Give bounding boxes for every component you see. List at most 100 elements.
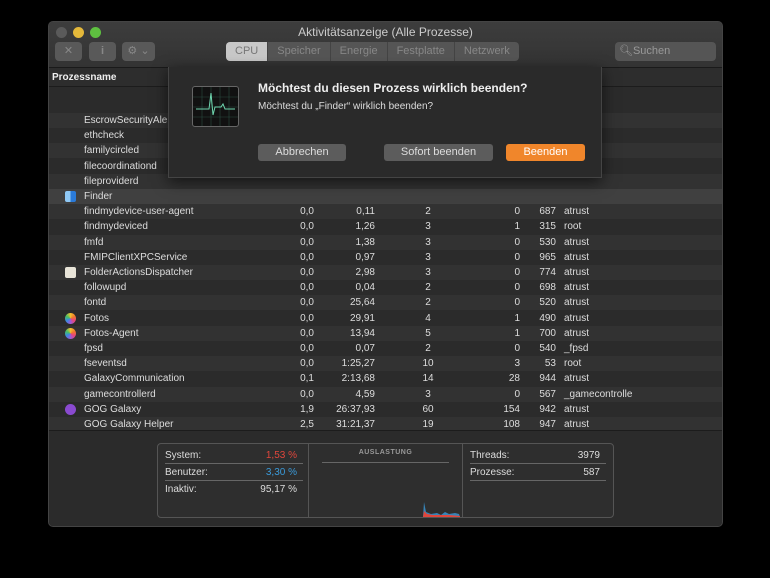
table-row[interactable]: Fotos-Agent 0,0 13,94 5 1 700 atrust [49, 325, 722, 341]
process-name: gamecontrollerd [84, 388, 156, 400]
process-name: EscrowSecurityAlert [84, 115, 174, 126]
cell-idle: 108 [503, 419, 520, 430]
stop-icon: ✕ [63, 45, 74, 57]
process-name: GOG Galaxy Helper [84, 419, 174, 430]
cell-time: 1:25,27 [341, 358, 375, 370]
system-value: 1,53 % [265, 450, 297, 461]
cell-idle: 154 [503, 403, 520, 415]
tab-cpu[interactable]: CPU [226, 42, 269, 61]
cell-threads: 19 [422, 419, 434, 430]
idle-label: Inaktiv: [165, 484, 197, 495]
tab-energie[interactable]: Energie [331, 42, 388, 61]
idle-stat: Inaktiv: 95,17 % [165, 482, 303, 498]
table-row[interactable]: fseventsd 0,0 1:25,27 10 3 53 root [49, 356, 722, 372]
action-menu-button[interactable]: ⚙ ⌄ [122, 42, 155, 61]
cell-time: 4,59 [355, 388, 375, 400]
cell-pid: 942 [539, 403, 556, 415]
process-name: Fotos [84, 312, 110, 324]
cell-pid: 944 [539, 373, 556, 385]
cell-idle: 0 [514, 343, 520, 354]
threads-label: Threads: [470, 450, 510, 461]
table-row[interactable]: GOG Galaxy Helper 2,5 31:21,37 19 108 947 atru… [49, 417, 722, 430]
process-name: FolderActionsDispatcher [84, 267, 193, 278]
cell-user: atrust [564, 236, 590, 248]
info-button[interactable]: i [89, 42, 116, 61]
cell-pid: 520 [539, 297, 556, 309]
cell-time: 2,98 [355, 267, 375, 278]
cell-time: 13,94 [349, 327, 375, 339]
user-stat: Benutzer: 3,30 % [165, 465, 303, 481]
cell-cpu: 0,0 [300, 297, 314, 309]
cell-idle: 3 [514, 358, 520, 370]
table-row[interactable]: FMIPClientXPCService 0,0 0,97 3 0 965 atrust [49, 250, 722, 265]
cell-idle: 0 [514, 251, 520, 263]
table-row[interactable]: findmydevice-user-agent 0,0 0,11 2 0 687 atrus… [49, 204, 722, 220]
cell-threads: 2 [425, 297, 431, 309]
cell-pid: 687 [539, 206, 556, 218]
force-quit-button[interactable]: Sofort beenden [384, 144, 493, 161]
cell-cpu: 0,0 [300, 312, 314, 324]
process-name: GOG Galaxy [84, 403, 142, 415]
cell-user: atrust [564, 282, 590, 294]
table-row[interactable]: followupd 0,0 0,04 2 0 698 atrust [49, 280, 722, 295]
search-input[interactable]: 🔍︎Suchen [615, 42, 716, 61]
tab-speicher[interactable]: Speicher [268, 42, 331, 61]
cell-threads: 14 [422, 373, 434, 385]
user-label: Benutzer: [165, 467, 208, 478]
process-name: familycircled [84, 145, 140, 157]
photos-icon [65, 312, 76, 324]
process-name: Fotos-Agent [84, 327, 139, 339]
table-row[interactable]: GOG Galaxy 1,9 26:37,93 60 154 942 atrust [49, 402, 722, 417]
cell-user: atrust [564, 267, 590, 278]
quit-button[interactable]: Beenden [506, 144, 585, 161]
cell-pid: 774 [539, 267, 556, 278]
cell-cpu: 0,0 [300, 343, 314, 354]
process-name: FMIPClientXPCService [84, 251, 188, 263]
cell-time: 26:37,93 [336, 403, 375, 415]
cell-pid: 540 [539, 343, 556, 354]
cell-cpu: 0,0 [300, 221, 314, 233]
script-icon [65, 267, 76, 278]
cell-threads: 3 [425, 236, 431, 248]
table-row[interactable]: FolderActionsDispatcher 0,0 2,98 3 0 774 atrus… [49, 265, 722, 280]
cell-idle: 0 [514, 267, 520, 278]
table-row[interactable]: fontd 0,0 25,64 2 0 520 atrust [49, 295, 722, 311]
gear-icon: ⚙ [127, 45, 138, 57]
finder-icon [65, 191, 76, 202]
table-row[interactable]: Finder [49, 189, 722, 204]
table-row[interactable]: fmfd 0,0 1,38 3 0 530 atrust [49, 234, 722, 250]
threads-value: 3979 [577, 450, 600, 461]
tab-netzwerk[interactable]: Netzwerk [455, 42, 519, 61]
cell-user: atrust [564, 327, 590, 339]
cell-threads: 2 [425, 343, 431, 354]
cell-cpu: 0,0 [300, 206, 314, 218]
search-icon: 🔍︎ [619, 45, 633, 57]
cell-pid: 947 [539, 419, 556, 430]
cell-time: 1,38 [355, 236, 375, 248]
cell-time: 29,91 [349, 312, 375, 324]
cell-pid: 698 [539, 282, 556, 294]
stop-process-button[interactable]: ✕ [55, 42, 82, 61]
table-row[interactable]: fpsd 0,0 0,07 2 0 540 _fpsd [49, 341, 722, 356]
process-name: fileproviderd [84, 175, 139, 187]
table-row[interactable]: Fotos 0,0 29,91 4 1 490 atrust [49, 311, 722, 326]
cell-cpu: 0,0 [300, 236, 314, 248]
cell-threads: 60 [422, 403, 434, 415]
cancel-button[interactable]: Abbrechen [258, 144, 346, 161]
tab-festplatte[interactable]: Festplatte [388, 42, 455, 61]
cell-time: 2:13,68 [341, 373, 375, 385]
system-label: System: [165, 450, 202, 461]
table-row[interactable]: GalaxyCommunication 0,1 2:13,68 14 28 944 atru… [49, 371, 722, 386]
cell-user: atrust [564, 251, 590, 263]
table-row[interactable]: findmydeviced 0,0 1,26 3 1 315 root [49, 219, 722, 234]
table-row[interactable]: gamecontrollerd 0,0 4,59 3 0 567 _gamecontroll… [49, 386, 722, 402]
cell-user: atrust [564, 403, 590, 415]
cell-threads: 4 [425, 312, 431, 324]
cell-time: 1,26 [355, 221, 375, 233]
cell-threads: 3 [425, 221, 431, 233]
cell-time: 25,64 [349, 297, 375, 309]
cell-user: atrust [564, 419, 590, 430]
cell-cpu: 0,0 [300, 327, 314, 339]
activity-monitor-icon [192, 86, 239, 127]
cell-threads: 3 [425, 388, 431, 400]
